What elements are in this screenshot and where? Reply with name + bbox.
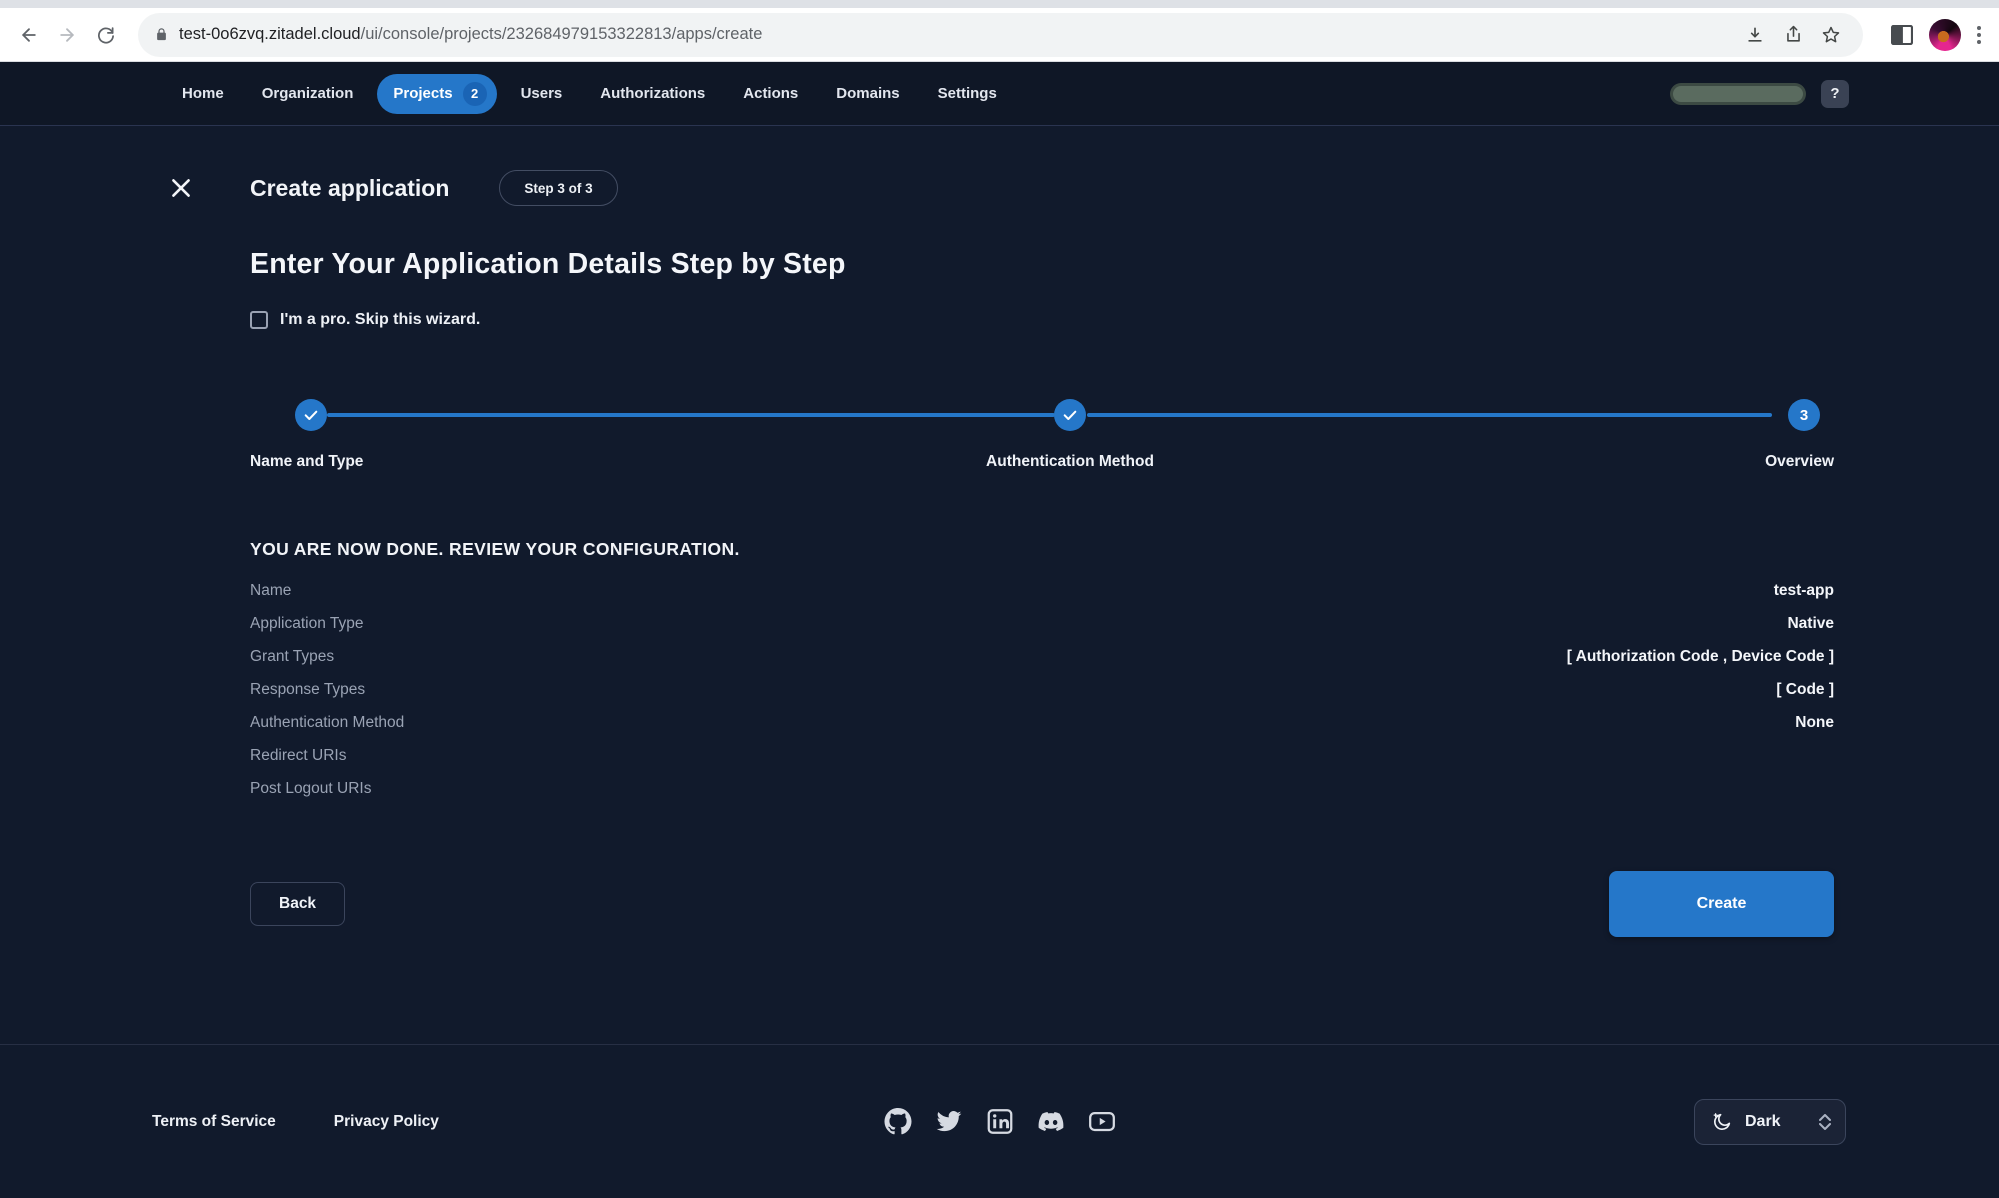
url-text: test-0o6zvq.zitadel.cloud/ui/console/pro… [179, 25, 1739, 44]
review-value: test-app [1773, 582, 1834, 599]
review-row-response-types: Response Types [ Code ] [250, 681, 1834, 714]
stepper-line-2 [1087, 413, 1772, 417]
step-2-circle[interactable] [1054, 399, 1086, 431]
lock-icon [154, 27, 169, 42]
review-value: None [1795, 714, 1834, 731]
review-value: [ Authorization Code , Device Code ] [1566, 648, 1834, 665]
theme-select[interactable]: Dark [1694, 1098, 1846, 1145]
console-nav: Home Organization Projects 2 Users Autho… [0, 62, 1999, 126]
url-path: /ui/console/projects/232684979153322813/… [360, 25, 763, 43]
nav-item-home[interactable]: Home [168, 77, 238, 110]
forward-icon[interactable] [48, 16, 86, 54]
discord-icon[interactable] [1037, 1108, 1064, 1135]
check-icon [304, 410, 318, 420]
org-context-placeholder[interactable] [1673, 85, 1803, 102]
step-3-circle[interactable]: 3 [1788, 399, 1820, 431]
side-panel-icon[interactable] [1883, 16, 1921, 54]
review-title: YOU ARE NOW DONE. REVIEW YOUR CONFIGURAT… [250, 539, 740, 559]
nav-item-authorizations[interactable]: Authorizations [586, 77, 719, 110]
address-bar[interactable]: test-0o6zvq.zitadel.cloud/ui/console/pro… [138, 12, 1863, 57]
help-button[interactable]: ? [1821, 79, 1849, 108]
check-icon [1063, 410, 1077, 420]
review-row-application-type: Application Type Native [250, 615, 1834, 648]
review-row-name: Name test-app [250, 582, 1834, 615]
skip-wizard-row[interactable]: I'm a pro. Skip this wizard. [250, 311, 480, 329]
review-label: Authentication Method [250, 714, 405, 731]
wizard-stepper: 3 [250, 399, 1834, 431]
nav-item-settings[interactable]: Settings [924, 77, 1011, 110]
review-label: Redirect URIs [250, 747, 347, 764]
nav-item-organization[interactable]: Organization [248, 77, 368, 110]
review-label: Response Types [250, 681, 366, 698]
back-icon[interactable] [10, 16, 48, 54]
review-label: Grant Types [250, 648, 335, 665]
wizard-heading: Enter Your Application Details Step by S… [250, 248, 846, 280]
step-3-label: Overview [1765, 453, 1834, 470]
page-title: Create application [250, 174, 450, 201]
privacy-policy-link[interactable]: Privacy Policy [334, 1113, 439, 1131]
skip-wizard-checkbox[interactable] [250, 311, 268, 329]
browser-tab-strip [0, 0, 1999, 8]
footer: Terms of Service Privacy Policy Dark [0, 1044, 1999, 1198]
review-list: Name test-app Application Type Native Gr… [250, 582, 1834, 813]
review-row-authentication-method: Authentication Method None [250, 714, 1834, 747]
terms-of-service-link[interactable]: Terms of Service [152, 1113, 276, 1131]
stepper-labels: Name and Type Authentication Method Over… [250, 453, 1834, 475]
step-1-circle[interactable] [295, 399, 327, 431]
nav-item-users[interactable]: Users [507, 77, 577, 110]
projects-count-badge: 2 [462, 81, 487, 106]
nav-item-projects[interactable]: Projects 2 [377, 73, 497, 114]
theme-label: Dark [1745, 1112, 1781, 1130]
review-value: Native [1787, 615, 1834, 632]
bookmark-star-icon[interactable] [1815, 19, 1847, 51]
review-row-grant-types: Grant Types [ Authorization Code , Devic… [250, 648, 1834, 681]
review-label: Post Logout URIs [250, 780, 372, 797]
browser-toolbar: test-0o6zvq.zitadel.cloud/ui/console/pro… [0, 8, 1999, 62]
url-domain: test-0o6zvq.zitadel.cloud [179, 25, 361, 43]
review-label: Application Type [250, 615, 364, 632]
browser-menu-icon[interactable] [1969, 18, 1989, 52]
stepper-line-1 [327, 413, 1055, 417]
step-2-label: Authentication Method [986, 453, 1154, 470]
select-chevrons-icon [1819, 1113, 1831, 1130]
review-label: Name [250, 582, 292, 599]
nav-item-projects-label: Projects [393, 85, 453, 102]
create-button[interactable]: Create [1609, 871, 1834, 937]
share-icon[interactable] [1777, 19, 1809, 51]
close-icon[interactable] [165, 172, 197, 204]
review-row-redirect-uris: Redirect URIs [250, 747, 1834, 780]
github-icon[interactable] [884, 1108, 911, 1135]
review-row-post-logout-uris: Post Logout URIs [250, 780, 1834, 813]
linkedin-icon[interactable] [986, 1108, 1013, 1135]
skip-wizard-label: I'm a pro. Skip this wizard. [280, 311, 481, 328]
review-value: [ Code ] [1776, 681, 1834, 698]
twitter-icon[interactable] [935, 1108, 962, 1135]
step-badge: Step 3 of 3 [499, 170, 618, 206]
nav-item-domains[interactable]: Domains [822, 77, 913, 110]
back-button[interactable]: Back [250, 882, 346, 926]
download-icon[interactable] [1739, 19, 1771, 51]
youtube-icon[interactable] [1088, 1108, 1115, 1135]
moon-icon [1711, 1111, 1733, 1133]
reload-icon[interactable] [86, 16, 124, 54]
main-content: Create application Step 3 of 3 Enter You… [0, 126, 1999, 1044]
page: test-0o6zvq.zitadel.cloud/ui/console/pro… [0, 0, 1999, 1198]
step-1-label: Name and Type [250, 453, 364, 470]
social-links [884, 1108, 1115, 1135]
nav-item-actions[interactable]: Actions [729, 77, 812, 110]
browser-profile-avatar[interactable] [1929, 18, 1961, 51]
